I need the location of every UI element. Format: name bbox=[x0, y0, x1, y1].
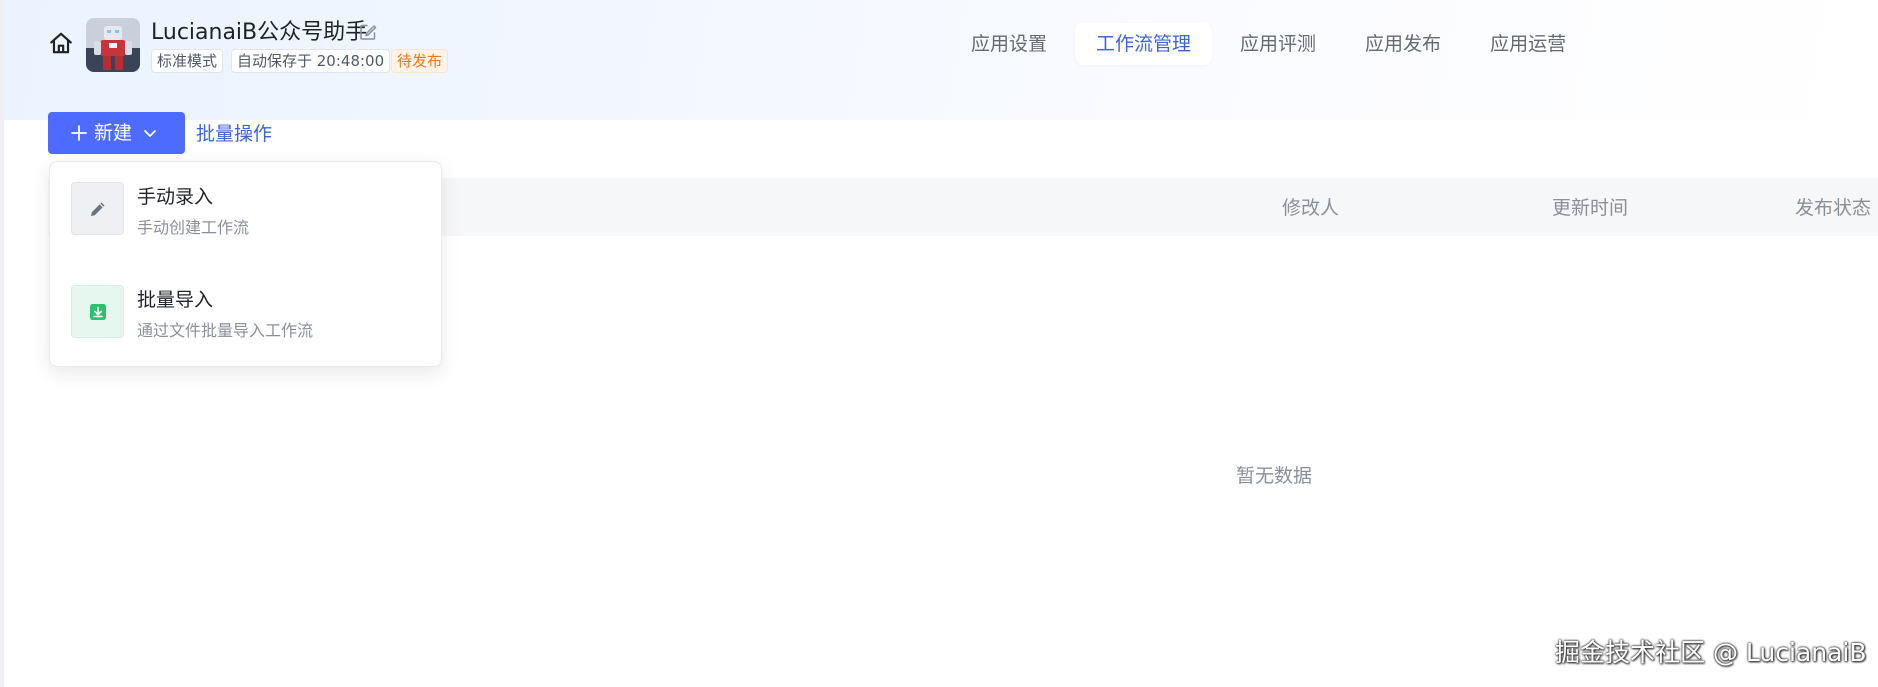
status-badge: 待发布 bbox=[391, 49, 449, 73]
chevron-down-icon bbox=[144, 130, 156, 137]
top-tabs: 应用设置 工作流管理 应用评测 应用发布 应用运营 bbox=[950, 23, 1594, 65]
menu-item-description: 手动创建工作流 bbox=[137, 218, 250, 237]
app-avatar[interactable] bbox=[86, 18, 140, 72]
plus-icon bbox=[71, 125, 87, 141]
bulk-operations-link[interactable]: 批量操作 bbox=[196, 120, 272, 148]
manual-entry-icon-box bbox=[71, 182, 124, 235]
watermark: 掘金技术社区 @ LucianaiB bbox=[1555, 638, 1867, 667]
column-header-modifier[interactable]: 修改人 bbox=[1282, 195, 1339, 221]
tab-app-evaluation[interactable]: 应用评测 bbox=[1219, 23, 1337, 65]
robot-avatar bbox=[86, 18, 140, 72]
bulk-import-icon-box bbox=[71, 285, 124, 338]
tab-app-operations[interactable]: 应用运营 bbox=[1469, 23, 1587, 65]
column-header-publish-status[interactable]: 发布状态 bbox=[1795, 195, 1871, 221]
home-icon[interactable] bbox=[48, 30, 74, 56]
tab-app-settings[interactable]: 应用设置 bbox=[950, 23, 1068, 65]
autosave-tag: 自动保存于 20:48:00 bbox=[231, 49, 391, 73]
menu-item-bulk-import[interactable]: 批量导入 通过文件批量导入工作流 bbox=[50, 285, 441, 359]
new-button[interactable]: 新建 bbox=[48, 112, 185, 154]
app-page: LucianaiB公众号助手 标准模式 自动保存于 20:48:00 待发布 应… bbox=[0, 0, 1878, 687]
new-button-label: 新建 bbox=[94, 122, 133, 144]
empty-state-text: 暂无数据 bbox=[1236, 465, 1313, 487]
menu-item-manual-entry[interactable]: 手动录入 手动创建工作流 bbox=[50, 182, 441, 256]
menu-item-title: 手动录入 bbox=[137, 186, 214, 208]
edit-icon[interactable] bbox=[358, 22, 378, 42]
app-title: LucianaiB公众号助手 bbox=[151, 20, 368, 45]
download-icon bbox=[89, 303, 106, 320]
menu-item-description: 通过文件批量导入工作流 bbox=[137, 321, 314, 340]
column-header-updated-time[interactable]: 更新时间 bbox=[1552, 195, 1628, 221]
tab-app-publish[interactable]: 应用发布 bbox=[1344, 23, 1462, 65]
mode-tag: 标准模式 bbox=[151, 49, 224, 73]
left-border bbox=[0, 0, 4, 687]
tab-workflow-management[interactable]: 工作流管理 bbox=[1075, 23, 1213, 65]
menu-item-title: 批量导入 bbox=[137, 289, 214, 311]
new-dropdown-menu: 手动录入 手动创建工作流 批量导入 通过文件批量导入工作流 bbox=[49, 161, 442, 367]
pencil-icon bbox=[90, 202, 104, 216]
